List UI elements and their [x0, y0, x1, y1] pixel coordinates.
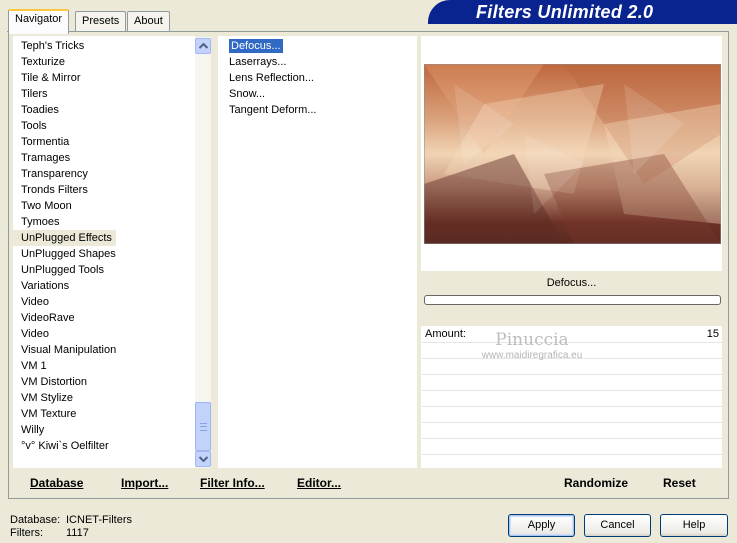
- category-item[interactable]: Toadies: [13, 102, 195, 118]
- grip-icon: [200, 423, 207, 431]
- category-item[interactable]: VM Texture: [13, 406, 195, 422]
- database-value: ICNET-Filters: [66, 514, 132, 526]
- category-item[interactable]: Video: [13, 326, 195, 342]
- parameter-row: [422, 375, 722, 391]
- category-item[interactable]: °v° Kiwi`s Oelfilter: [13, 438, 195, 454]
- category-item[interactable]: Tormentia: [13, 134, 195, 150]
- category-item[interactable]: Two Moon: [13, 198, 195, 214]
- parameter-value: 15: [706, 328, 719, 340]
- filter-info-bar: Defocus...: [421, 271, 722, 326]
- filter-item-label: Defocus...: [228, 38, 284, 54]
- filter-item[interactable]: Tangent Deform...: [218, 102, 417, 118]
- filter-info-button[interactable]: Filter Info...: [200, 476, 265, 490]
- category-item[interactable]: Video: [13, 294, 195, 310]
- filter-item-label: Lens Reflection...: [229, 72, 314, 84]
- category-item[interactable]: Variations: [13, 278, 195, 294]
- watermark-url: www.maidiregrafica.eu: [481, 350, 583, 361]
- database-button[interactable]: Database: [30, 476, 83, 490]
- title-banner: Filters Unlimited 2.0: [428, 0, 737, 24]
- filter-item[interactable]: Snow...: [218, 86, 417, 102]
- parameter-row: [422, 439, 722, 455]
- filter-item-label: Snow...: [229, 88, 266, 100]
- reset-button[interactable]: Reset: [663, 476, 696, 490]
- category-scrollbar[interactable]: [195, 37, 211, 468]
- filters-count-label: Filters:: [10, 527, 43, 539]
- category-item[interactable]: Visual Manipulation: [13, 342, 195, 358]
- watermark-name: Pinuccia: [495, 330, 569, 350]
- category-item[interactable]: VM 1: [13, 358, 195, 374]
- category-item[interactable]: Tramages: [13, 150, 195, 166]
- category-item[interactable]: Tilers: [13, 86, 195, 102]
- category-item[interactable]: Texturize: [13, 54, 195, 70]
- filter-item[interactable]: Lens Reflection...: [218, 70, 417, 86]
- category-item[interactable]: Tile & Mirror: [13, 70, 195, 86]
- editor-button[interactable]: Editor...: [297, 476, 341, 490]
- category-item[interactable]: Tymoes: [13, 214, 195, 230]
- category-item[interactable]: Teph's Tricks: [13, 38, 195, 54]
- filter-item-label: Laserrays...: [229, 56, 287, 68]
- category-list[interactable]: Teph's Tricks Texturize Tile & Mirror Tiler…: [13, 36, 195, 468]
- category-item[interactable]: UnPlugged Effects: [13, 230, 116, 246]
- category-item[interactable]: VideoRave: [13, 310, 195, 326]
- category-item[interactable]: Tools: [13, 118, 195, 134]
- database-label: Database:: [10, 514, 61, 526]
- category-item[interactable]: Tronds Filters: [13, 182, 195, 198]
- scrollbar-thumb[interactable]: [195, 402, 211, 451]
- parameter-row: [422, 391, 722, 407]
- cancel-button[interactable]: Cancel: [584, 514, 651, 537]
- filter-item[interactable]: Laserrays...: [218, 54, 417, 70]
- filter-list[interactable]: Defocus... Laserrays... Lens Reflection...…: [218, 36, 417, 468]
- category-item[interactable]: Willy: [13, 422, 195, 438]
- preview-image: [424, 64, 721, 244]
- tab-about[interactable]: About: [127, 11, 170, 32]
- apply-button[interactable]: Apply: [508, 514, 575, 537]
- chevron-down-icon[interactable]: [195, 451, 211, 467]
- current-filter-name: Defocus...: [546, 277, 597, 289]
- category-item[interactable]: UnPlugged Shapes: [13, 246, 195, 262]
- tab-navigator[interactable]: Navigator: [8, 9, 70, 34]
- category-item[interactable]: Transparency: [13, 166, 195, 182]
- progress-bar: [424, 295, 721, 305]
- watermark: Pinuccia www.maidiregrafica.eu: [472, 331, 592, 362]
- filters-count-value: 1117: [66, 527, 89, 539]
- category-item[interactable]: VM Stylize: [13, 390, 195, 406]
- chevron-up-icon[interactable]: [195, 38, 211, 54]
- help-button[interactable]: Help: [660, 514, 728, 537]
- category-item[interactable]: UnPlugged Tools: [13, 262, 195, 278]
- filter-item[interactable]: Defocus...: [218, 38, 417, 54]
- randomize-button[interactable]: Randomize: [564, 476, 628, 490]
- import-button[interactable]: Import...: [121, 476, 168, 490]
- parameter-label: Amount:: [425, 328, 466, 340]
- parameter-row: [422, 407, 722, 423]
- parameter-row: [422, 423, 722, 439]
- category-item[interactable]: VM Distortion: [13, 374, 195, 390]
- tab-presets[interactable]: Presets: [75, 11, 127, 32]
- app-title: Filters Unlimited 2.0: [476, 2, 654, 22]
- filter-item-label: Tangent Deform...: [229, 104, 317, 116]
